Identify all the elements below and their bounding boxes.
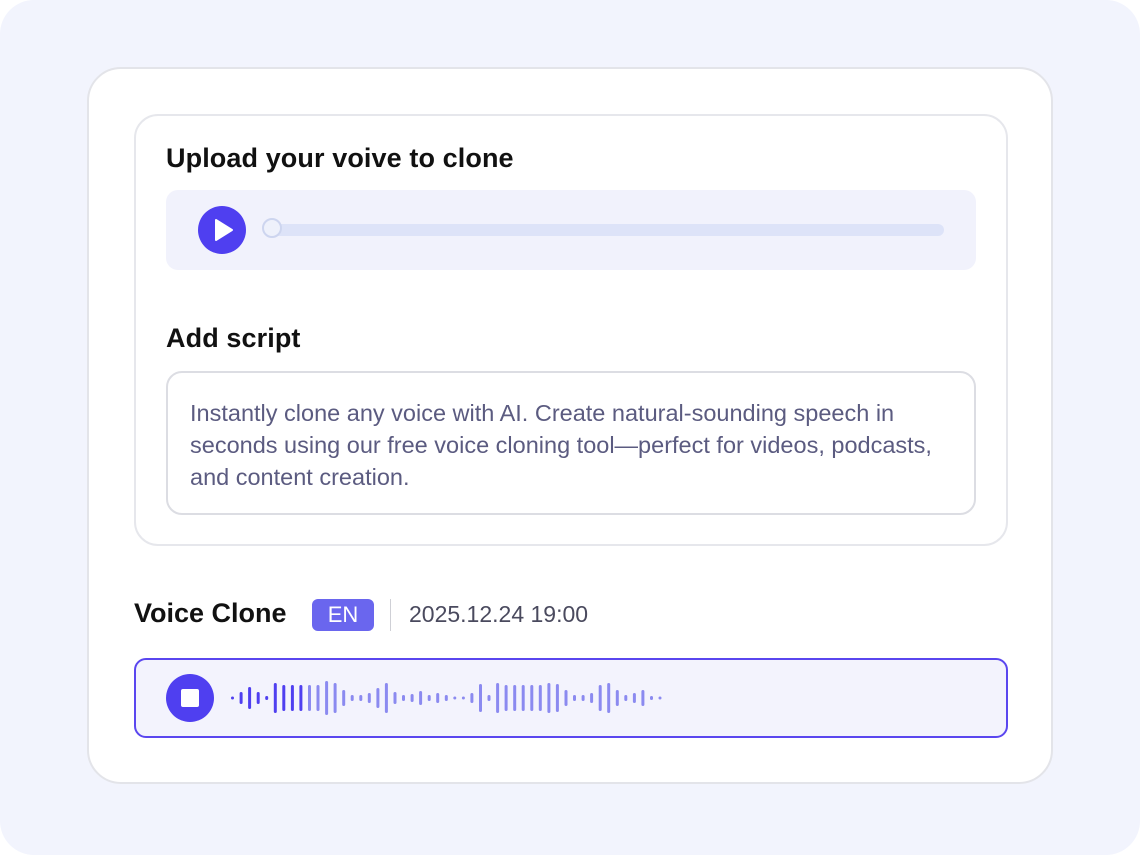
stop-icon [181,689,199,707]
waveform-bar [624,695,628,701]
waveform-bar [453,696,457,700]
script-title: Add script [166,323,301,353]
waveform-bar [581,695,585,701]
upload-title: Upload your voive to clone [166,143,514,173]
progress-track[interactable] [264,224,944,236]
waveform-bar [410,694,414,702]
waveform-bar [333,683,337,713]
waveform-bar [419,691,423,705]
waveform-bar [239,692,243,704]
waveform-bar [641,690,645,706]
waveform-bar [479,684,482,712]
waveform-bar [384,683,388,713]
waveform-bar [265,696,269,700]
divider [390,599,391,631]
waveform-bar [273,683,277,713]
waveform-bar [342,690,346,706]
waveform-bar [350,695,354,701]
waveform-bar [547,683,551,713]
waveform-bar [461,696,465,700]
progress-thumb[interactable] [262,218,282,238]
waveform-bar [470,693,474,703]
language-badge: EN [312,599,374,631]
waveform-bar [282,685,286,711]
waveform-bar [590,693,594,703]
script-textarea[interactable]: Instantly clone any voice with AI. Creat… [166,371,976,515]
waveform-bar [290,685,294,711]
waveform-bar [513,685,517,711]
waveform-bar [308,685,311,711]
waveform-bar [607,683,611,713]
waveform-bar [487,695,491,701]
waveform-bar [615,690,619,706]
waveform-bar [530,685,534,711]
stop-button[interactable] [166,674,214,722]
waveform-bar [650,696,653,700]
waveform-bar [256,692,260,704]
waveform-bar [598,685,602,711]
waveform-bar [504,685,508,711]
waveform-bar [359,695,363,701]
waveform-bar [427,695,431,701]
waveform-bar [367,693,371,703]
voice-clone-title: Voice Clone [134,598,287,628]
waveform-bar [632,693,636,703]
waveform[interactable] [226,668,866,728]
waveform-bar [564,690,568,706]
waveform-bar [573,695,576,701]
waveform-bar [376,688,380,708]
waveform-bar [496,683,500,713]
play-icon [215,219,233,241]
waveform-bar [521,685,525,711]
waveform-bar [248,687,252,709]
waveform-bar [436,693,440,703]
waveform-bar [402,695,405,701]
waveform-bar [231,696,234,700]
play-button[interactable] [198,206,246,254]
waveform-bar [325,681,329,715]
waveform-bar [299,685,303,711]
waveform-bar [444,695,448,701]
waveform-bar [393,692,397,704]
waveform-bar [658,696,662,700]
timestamp: 2025.12.24 19:00 [409,601,589,627]
waveform-bar [555,684,559,712]
waveform-bar [538,685,542,711]
waveform-bar [316,685,320,711]
